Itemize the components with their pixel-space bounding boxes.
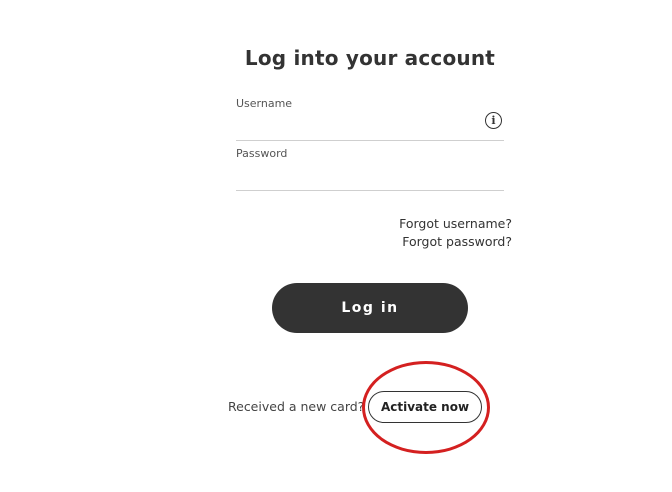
activate-now-button[interactable]: Activate now [368, 391, 482, 423]
page-title: Log into your account [244, 46, 496, 70]
info-icon[interactable]: i [485, 112, 502, 129]
password-input[interactable] [236, 163, 476, 187]
forgot-username-link[interactable]: Forgot username? [399, 216, 512, 231]
new-card-prompt: Received a new card? [228, 399, 365, 414]
password-field: Password [236, 146, 504, 191]
username-label: Username [236, 97, 293, 110]
username-input[interactable] [236, 113, 476, 137]
login-button[interactable]: Log in [272, 283, 468, 333]
password-label: Password [236, 147, 288, 160]
username-field: Username i [236, 96, 504, 141]
forgot-password-link[interactable]: Forgot password? [402, 234, 512, 249]
